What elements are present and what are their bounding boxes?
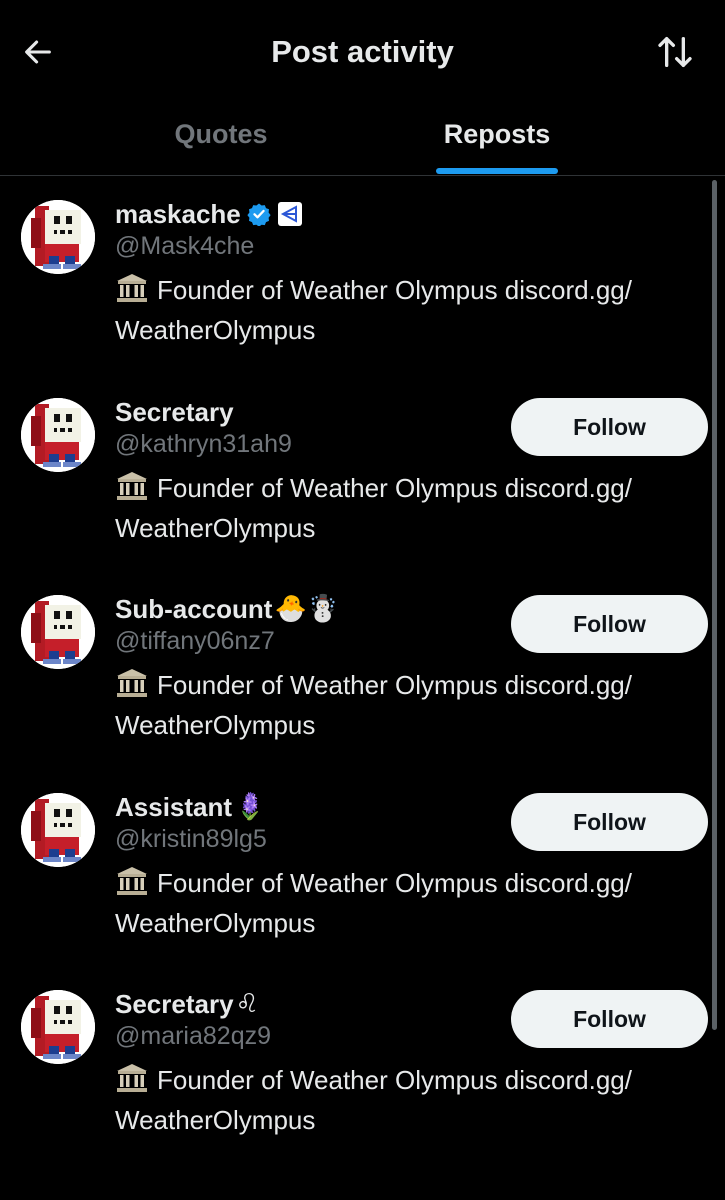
follow-button[interactable]: Follow <box>511 398 708 456</box>
name-line: Secretary ♌ <box>115 984 259 1024</box>
tab-bar: Quotes Reposts <box>0 100 725 176</box>
affiliate-badge-icon[interactable] <box>277 201 303 227</box>
user-bio: Founder of Weather Olympus discord.gg/ W… <box>115 865 695 941</box>
tab-quotes[interactable]: Quotes <box>111 100 331 175</box>
user-handle[interactable]: @maria82qz9 <box>115 1022 271 1051</box>
bio-text: Founder of Weather Olympus discord.gg/ W… <box>115 868 632 938</box>
classical-building-icon <box>115 471 149 510</box>
bio-text: Founder of Weather Olympus discord.gg/ W… <box>115 670 632 740</box>
bio-text: Founder of Weather Olympus discord.gg/ W… <box>115 473 632 543</box>
follow-button[interactable]: Follow <box>511 990 708 1048</box>
user-handle[interactable]: @tiffany06nz7 <box>115 627 275 656</box>
user-handle[interactable]: @Mask4che <box>115 232 254 261</box>
name-line: Assistant 🪻 <box>115 787 266 827</box>
classical-building-icon <box>115 866 149 905</box>
sort-button[interactable] <box>653 30 697 74</box>
avatar[interactable] <box>21 200 95 274</box>
name-line: maskache <box>115 194 303 234</box>
user-row[interactable]: maskache @Mask4che Founder of Weather Olym… <box>0 176 725 373</box>
scrollbar[interactable] <box>712 180 717 1030</box>
avatar[interactable] <box>21 793 95 867</box>
user-row[interactable]: Sub-account 🐣☃️ @tiffany06nz7 Founder of We… <box>0 571 725 768</box>
classical-building-icon <box>115 273 149 312</box>
avatar[interactable] <box>21 990 95 1064</box>
user-bio: Founder of Weather Olympus discord.gg/ W… <box>115 272 695 348</box>
bio-text: Founder of Weather Olympus discord.gg/ W… <box>115 1065 632 1135</box>
user-bio: Founder of Weather Olympus discord.gg/ W… <box>115 470 695 546</box>
avatar[interactable] <box>21 398 95 472</box>
page-title: Post activity <box>271 34 454 69</box>
name-emoji: 🪻 <box>234 792 267 822</box>
follow-button[interactable]: Follow <box>511 595 708 653</box>
name-line: Sub-account 🐣☃️ <box>115 589 339 629</box>
avatar[interactable] <box>21 595 95 669</box>
follow-button[interactable]: Follow <box>511 793 708 851</box>
user-bio: Founder of Weather Olympus discord.gg/ W… <box>115 1062 695 1138</box>
bio-text: Founder of Weather Olympus discord.gg/ W… <box>115 275 632 345</box>
name-emoji: 🐣☃️ <box>274 594 340 624</box>
name-emoji: ♌ <box>235 989 259 1019</box>
display-name[interactable]: Assistant <box>115 792 232 823</box>
user-handle[interactable]: @kathryn31ah9 <box>115 430 292 459</box>
user-handle[interactable]: @kristin89lg5 <box>115 825 267 854</box>
display-name[interactable]: Secretary <box>115 989 234 1020</box>
user-row[interactable]: Secretary ♌ @maria82qz9 Founder of Weather … <box>0 966 725 1163</box>
user-row[interactable]: Assistant 🪻 @kristin89lg5 Founder of Weathe… <box>0 769 725 966</box>
user-row[interactable]: Secretary @kathryn31ah9 Founder of Weather… <box>0 374 725 571</box>
display-name[interactable]: Sub-account <box>115 594 272 625</box>
tab-reposts[interactable]: Reposts <box>387 100 607 175</box>
name-line: Secretary <box>115 392 234 432</box>
sort-arrows-icon <box>658 37 692 68</box>
top-bar: Post activity <box>0 0 725 100</box>
verified-badge-icon[interactable] <box>247 202 271 226</box>
classical-building-icon <box>115 1063 149 1102</box>
user-bio: Founder of Weather Olympus discord.gg/ W… <box>115 667 695 743</box>
display-name[interactable]: Secretary <box>115 397 234 428</box>
classical-building-icon <box>115 668 149 707</box>
display-name[interactable]: maskache <box>115 199 241 230</box>
active-tab-indicator <box>436 168 558 174</box>
